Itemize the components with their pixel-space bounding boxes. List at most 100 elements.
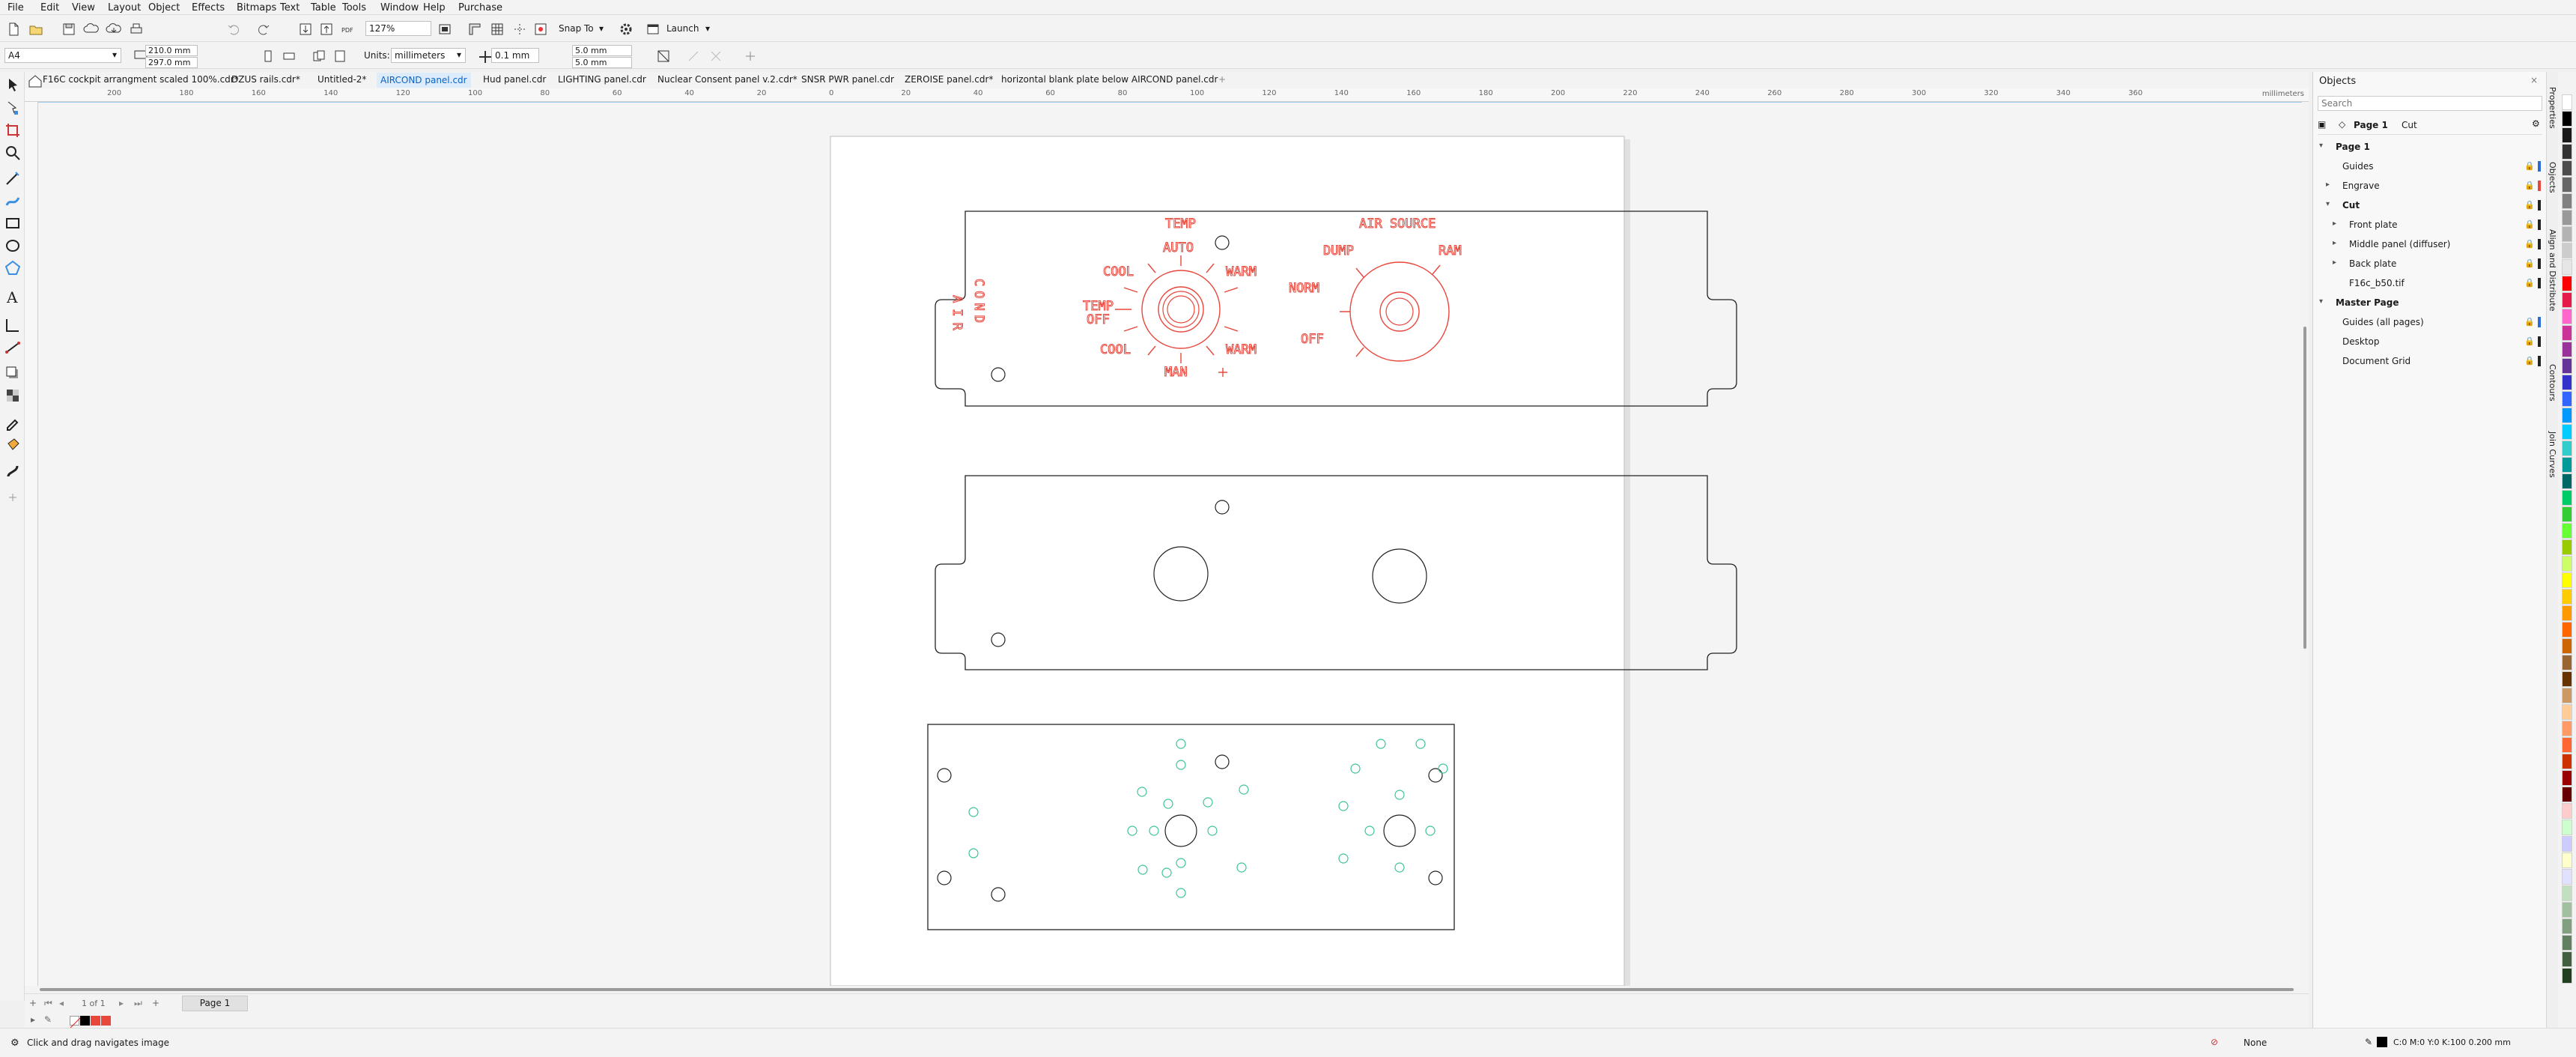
gear-icon[interactable]: ⚙ bbox=[2532, 118, 2540, 129]
fill-none-icon[interactable]: ⊘ bbox=[2211, 1037, 2218, 1047]
close-icon[interactable]: × bbox=[2530, 75, 2538, 85]
options-gear-icon[interactable] bbox=[617, 20, 634, 37]
layer-color-swatch[interactable] bbox=[2538, 258, 2541, 269]
menu-object[interactable]: Object bbox=[148, 2, 180, 13]
palette-swatch[interactable] bbox=[2562, 375, 2572, 390]
palette-swatch[interactable] bbox=[2562, 177, 2572, 193]
palette-swatch[interactable] bbox=[2562, 193, 2572, 209]
side-tab[interactable]: Join Curves bbox=[2548, 431, 2557, 478]
palette-swatch[interactable] bbox=[2562, 391, 2572, 407]
drawing-canvas[interactable]: AIR COND TEMP AUTO COOL WARM TEMP OFF CO… bbox=[38, 101, 2307, 987]
palette-swatch[interactable] bbox=[2562, 622, 2572, 637]
current-page-icon[interactable] bbox=[331, 47, 347, 64]
palette-swatch[interactable] bbox=[2562, 358, 2572, 374]
menu-edit[interactable]: Edit bbox=[40, 2, 59, 13]
palette-swatch[interactable] bbox=[2562, 276, 2572, 291]
palette-swatch[interactable] bbox=[2562, 408, 2572, 423]
smart-fill-icon[interactable] bbox=[4, 461, 22, 479]
lock-icon[interactable]: 🔒 bbox=[2524, 200, 2535, 210]
menu-help[interactable]: Help bbox=[423, 2, 446, 13]
palette-swatch[interactable] bbox=[2562, 226, 2572, 242]
pick-tool-icon[interactable] bbox=[4, 76, 22, 94]
last-page-icon[interactable]: ⏭ bbox=[134, 998, 142, 1009]
redo-icon[interactable] bbox=[255, 20, 271, 37]
menu-layout[interactable]: Layout bbox=[108, 2, 141, 13]
polygon-tool-icon[interactable] bbox=[4, 259, 22, 277]
freehand-tool-icon[interactable] bbox=[4, 169, 22, 187]
horizontal-ruler[interactable]: millimeters 200 180 160 140 120 100 80 60 40 20 0 2… bbox=[25, 88, 2309, 102]
lock-icon[interactable]: 🔒 bbox=[2524, 356, 2535, 366]
palette-swatch[interactable] bbox=[2562, 820, 2572, 835]
lock-icon[interactable]: 🔒 bbox=[2524, 181, 2535, 190]
doc-tab[interactable]: LIGHTING panel.cdr bbox=[558, 74, 646, 85]
doc-tab[interactable]: Hud panel.cdr bbox=[483, 74, 546, 85]
expand-chevron-icon[interactable]: ▾ bbox=[2319, 142, 2323, 150]
previous-page-icon[interactable]: ◂ bbox=[59, 998, 64, 1008]
expand-chevron-icon[interactable]: ▸ bbox=[2333, 258, 2336, 267]
page-size-select[interactable]: A4 bbox=[4, 48, 121, 63]
no-color-swatch[interactable] bbox=[70, 1016, 81, 1029]
vertical-ruler[interactable] bbox=[25, 102, 38, 986]
connector-tool-icon[interactable] bbox=[4, 339, 22, 357]
doc-tab[interactable]: ZEROISE panel.cdr* bbox=[905, 74, 993, 85]
shadow-tool-icon[interactable] bbox=[4, 364, 22, 382]
layer-color-swatch[interactable] bbox=[2538, 181, 2541, 191]
layer-color-swatch[interactable] bbox=[2538, 336, 2541, 347]
doc-tab[interactable]: SNSR PWR panel.cdr bbox=[801, 74, 894, 85]
next-page-icon[interactable]: ▸ bbox=[119, 998, 124, 1008]
palette-swatch[interactable] bbox=[2562, 572, 2572, 588]
palette-swatch[interactable] bbox=[2562, 902, 2572, 918]
palette-swatch[interactable] bbox=[2562, 127, 2572, 143]
search-input[interactable] bbox=[2318, 96, 2542, 111]
palette-swatch[interactable] bbox=[2562, 770, 2572, 786]
layer-color-swatch[interactable] bbox=[2538, 278, 2541, 288]
menu-effects[interactable]: Effects bbox=[192, 2, 225, 13]
chevron-down-icon[interactable]: ▾ bbox=[457, 49, 461, 60]
snap-to-dropdown[interactable]: Snap To bbox=[559, 23, 594, 34]
palette-swatch[interactable] bbox=[2562, 836, 2572, 852]
portrait-icon[interactable] bbox=[259, 47, 276, 64]
crop-tool-icon[interactable] bbox=[4, 121, 22, 139]
palette-swatch[interactable] bbox=[2562, 605, 2572, 621]
layer-color-swatch[interactable] bbox=[2538, 161, 2541, 172]
outline-color-swatch[interactable] bbox=[2377, 1037, 2387, 1047]
tree-item[interactable]: Guides (all pages) 🔒 bbox=[2313, 313, 2547, 333]
tree-item[interactable]: ▸ Back plate 🔒 bbox=[2313, 255, 2547, 274]
eyedropper-tool-icon[interactable] bbox=[4, 414, 22, 431]
expand-chevron-icon[interactable]: ▸ bbox=[2333, 239, 2336, 247]
menu-tools[interactable]: Tools bbox=[342, 2, 366, 13]
layer-color-swatch[interactable] bbox=[2538, 219, 2541, 230]
palette-swatch[interactable] bbox=[2562, 259, 2572, 275]
palette-swatch[interactable] bbox=[2562, 754, 2572, 769]
palette-swatch[interactable] bbox=[2562, 721, 2572, 736]
open-folder-icon[interactable] bbox=[27, 20, 43, 37]
palette-swatch[interactable] bbox=[2562, 803, 2572, 819]
palette-swatch[interactable] bbox=[2562, 885, 2572, 901]
palette-swatch[interactable] bbox=[2562, 688, 2572, 703]
expand-chevron-icon[interactable]: ▸ bbox=[2326, 181, 2330, 189]
palette-swatch[interactable] bbox=[2562, 852, 2572, 868]
palette-swatch[interactable] bbox=[2562, 556, 2572, 572]
horizontal-scrollbar[interactable] bbox=[25, 986, 2309, 993]
palette-swatch[interactable] bbox=[2562, 671, 2572, 687]
nudge-distance-field[interactable]: 0.1 mm bbox=[491, 48, 539, 63]
tree-item[interactable]: Guides 🔒 bbox=[2313, 157, 2547, 177]
show-rulers-icon[interactable] bbox=[466, 20, 482, 37]
first-page-icon[interactable]: ⏮ bbox=[44, 998, 52, 1009]
palette-swatch[interactable] bbox=[2562, 457, 2572, 473]
chevron-down-icon[interactable]: ▾ bbox=[705, 23, 710, 34]
menu-bitmaps[interactable]: Bitmaps bbox=[237, 2, 276, 13]
menu-table[interactable]: Table bbox=[311, 2, 336, 13]
palette-swatch[interactable] bbox=[2562, 655, 2572, 670]
landscape-icon[interactable] bbox=[280, 47, 297, 64]
palette-swatch[interactable] bbox=[2562, 787, 2572, 802]
palette-swatch[interactable] bbox=[2562, 490, 2572, 506]
launch-dropdown[interactable]: Launch bbox=[666, 23, 699, 34]
treat-as-filled-icon[interactable] bbox=[654, 47, 671, 64]
black-swatch[interactable] bbox=[80, 1016, 90, 1026]
tree-item[interactable]: F16c_b50.tif 🔒 bbox=[2313, 274, 2547, 294]
expand-chevron-icon[interactable]: ▾ bbox=[2326, 200, 2330, 208]
show-grid-icon[interactable] bbox=[488, 20, 505, 37]
page-switch-icon[interactable]: ▣ bbox=[2318, 119, 2326, 130]
doc-tab[interactable]: DZUS rails.cdr* bbox=[231, 74, 300, 85]
